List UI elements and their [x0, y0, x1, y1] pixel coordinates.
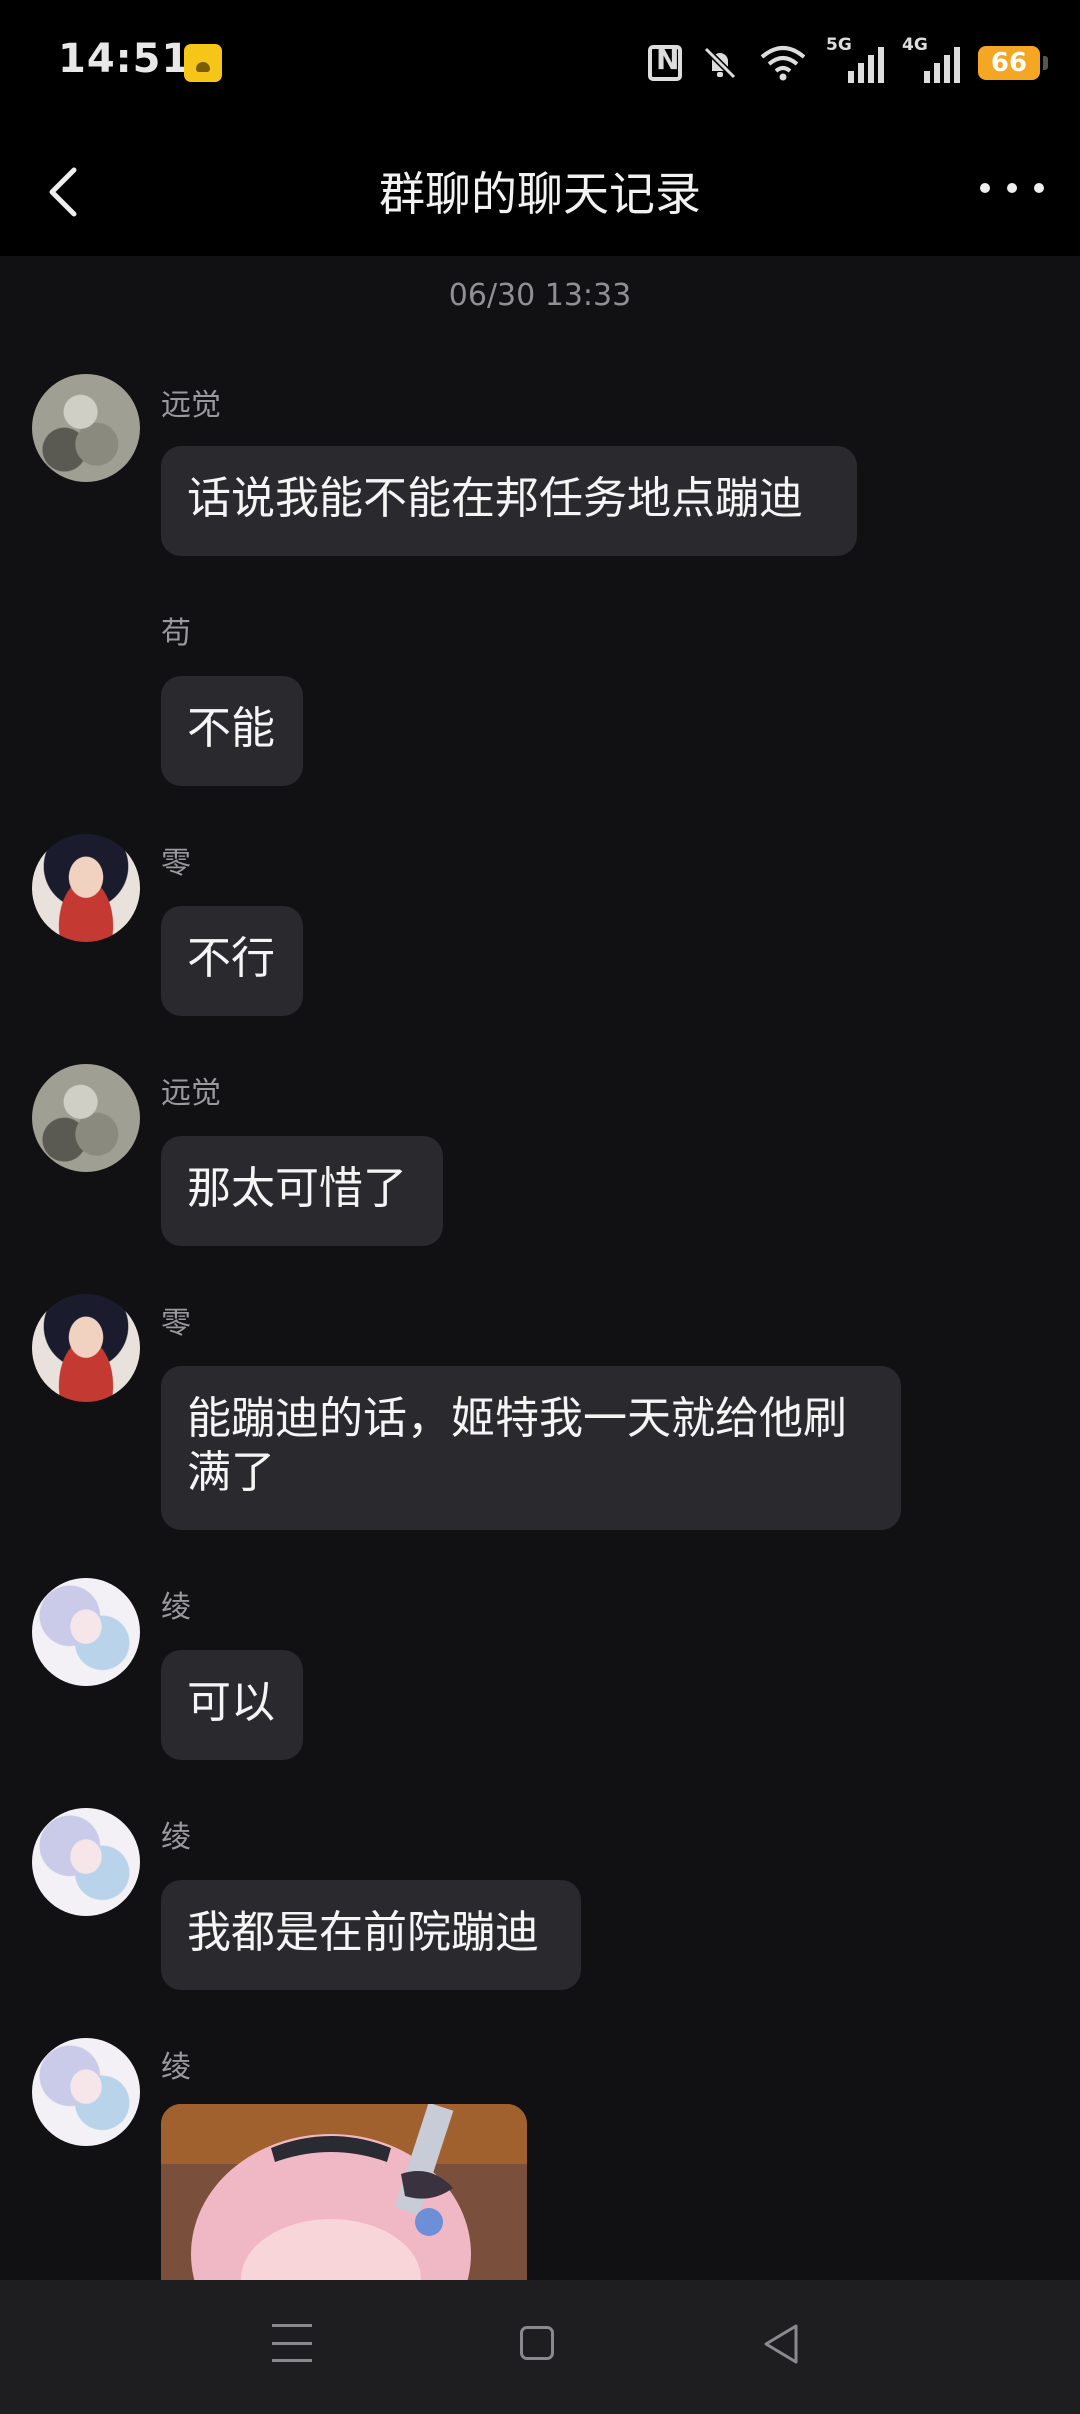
status-icons: 5G 4G 66 — [648, 35, 1048, 88]
sender-name: 苟 — [161, 616, 191, 651]
mute-bell-icon — [703, 46, 737, 80]
sender-name: 远觉 — [161, 1076, 221, 1111]
sender-name: 零 — [161, 846, 191, 881]
anime-image-thumbnail — [161, 2104, 527, 2304]
avatar[interactable] — [32, 1064, 140, 1172]
avatar[interactable] — [32, 834, 140, 942]
avatar[interactable] — [32, 1808, 140, 1916]
more-options-icon[interactable] — [980, 168, 1044, 208]
message-bubble[interactable]: 那太可惜了 — [161, 1136, 443, 1246]
sender-name: 绫 — [161, 2050, 191, 2085]
nfc-icon — [648, 43, 682, 81]
back-triangle-icon[interactable] — [760, 2322, 802, 2366]
avatar[interactable] — [32, 2038, 140, 2146]
chat-timestamp: 06/30 13:33 — [448, 278, 632, 313]
signal-4g-icon: 4G — [902, 35, 960, 83]
image-message[interactable] — [161, 2104, 527, 2304]
sender-name: 零 — [161, 1306, 191, 1341]
status-bar: 14:51 5G 4G 66 — [0, 0, 1080, 128]
message-bubble[interactable]: 可以 — [161, 1650, 303, 1760]
battery-indicator: 66 — [978, 46, 1048, 80]
avatar[interactable] — [32, 374, 140, 482]
sender-name: 绫 — [161, 1590, 191, 1625]
system-navigation-bar — [0, 2280, 1080, 2414]
signal-5g-icon: 5G — [826, 35, 884, 83]
wifi-icon — [760, 46, 806, 81]
message-bubble[interactable]: 话说我能不能在邦任务地点蹦迪 — [161, 446, 857, 556]
message-bubble[interactable]: 不行 — [161, 906, 303, 1016]
message-bubble[interactable]: 我都是在前院蹦迪 — [161, 1880, 581, 1990]
status-time: 14:51 — [58, 36, 191, 82]
app-notification-icon — [184, 44, 222, 82]
message-bubble[interactable]: 能蹦迪的话，姬特我一天就给他刷满了 — [161, 1366, 901, 1530]
sender-name: 绫 — [161, 1820, 191, 1855]
page-title: 群聊的聊天记录 — [379, 167, 701, 221]
avatar[interactable] — [32, 1578, 140, 1686]
header-bar: 群聊的聊天记录 — [0, 128, 1080, 256]
avatar[interactable] — [32, 1294, 140, 1402]
sender-name: 远觉 — [161, 388, 221, 423]
home-button[interactable] — [520, 2326, 554, 2360]
message-bubble[interactable]: 不能 — [161, 676, 303, 786]
recent-apps-button[interactable] — [272, 2324, 312, 2362]
